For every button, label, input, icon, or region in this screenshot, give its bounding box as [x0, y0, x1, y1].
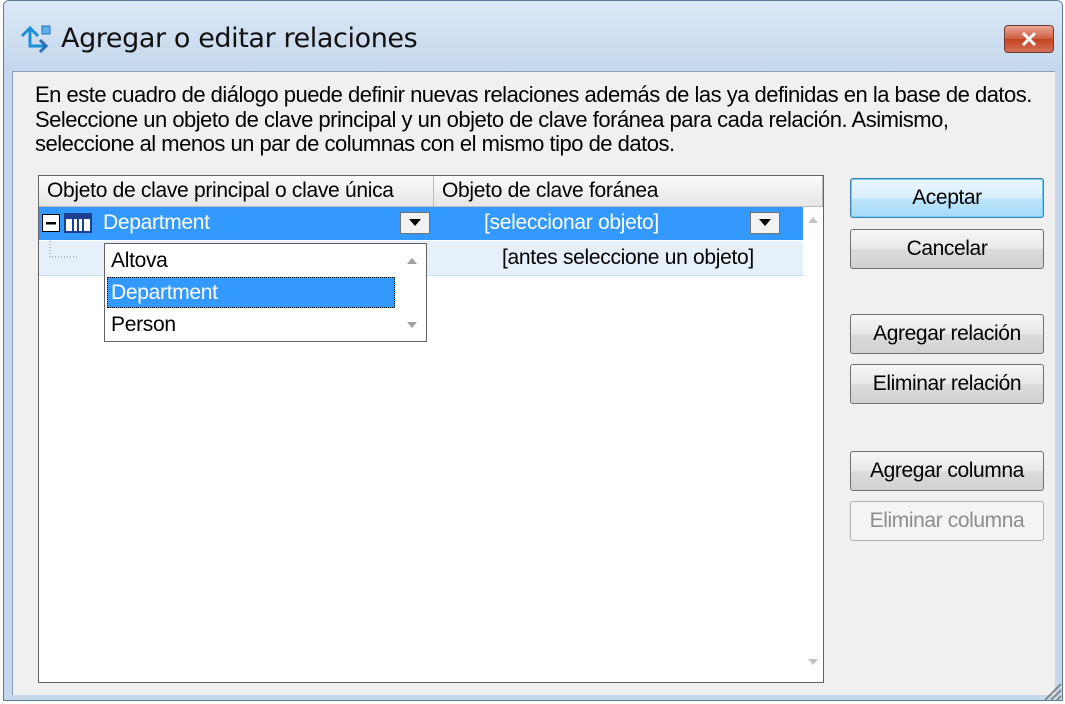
cancel-button[interactable]: Cancelar [850, 229, 1044, 269]
tree-connector [49, 241, 77, 258]
primary-object-value[interactable]: Department [103, 209, 210, 237]
scroll-down-icon[interactable] [407, 322, 417, 328]
primary-object-dropdown-list[interactable]: Altova Department Person [104, 243, 427, 342]
close-icon [1021, 32, 1037, 46]
chevron-down-icon [759, 219, 771, 226]
table-icon [64, 213, 92, 233]
ok-button[interactable]: Aceptar [850, 178, 1044, 218]
dropdown-scrollbar[interactable] [397, 244, 426, 341]
foreign-object-value[interactable]: [seleccionar objeto] [484, 209, 659, 237]
remove-column-button: Eliminar columna [850, 501, 1044, 541]
close-button[interactable] [1004, 25, 1054, 53]
add-relation-button[interactable]: Agregar relación [850, 314, 1044, 354]
resize-grip-icon[interactable] [1037, 676, 1063, 702]
scroll-up-icon[interactable] [808, 217, 818, 223]
scroll-down-icon[interactable] [808, 659, 818, 665]
column-header-foreign[interactable]: Objeto de clave foránea [434, 176, 823, 207]
scroll-up-icon[interactable] [407, 258, 417, 264]
remove-relation-button[interactable]: Eliminar relación [850, 364, 1044, 404]
foreign-object-dropdown-button[interactable] [750, 212, 780, 234]
column-header-primary[interactable]: Objeto de clave principal o clave única [39, 176, 434, 207]
title-bar[interactable]: Agregar o editar relaciones [4, 1, 1062, 71]
primary-object-dropdown-button[interactable] [400, 212, 430, 234]
relations-icon [20, 25, 51, 54]
dropdown-option-department[interactable]: Department [107, 277, 395, 308]
relation-row[interactable]: Department [seleccionar objeto] [39, 207, 803, 240]
window-title: Agregar o editar relaciones [61, 23, 418, 54]
description-text: En este cuadro de diálogo puede definir … [35, 82, 1032, 156]
add-column-button[interactable]: Agregar columna [850, 451, 1044, 491]
dropdown-option-altova[interactable]: Altova [107, 245, 395, 276]
foreign-column-value[interactable]: [antes seleccione un objeto] [502, 244, 754, 272]
dropdown-option-person[interactable]: Person [107, 309, 395, 340]
collapse-icon[interactable] [42, 214, 60, 232]
chevron-down-icon [409, 219, 421, 226]
grid-scrollbar[interactable] [803, 207, 823, 682]
